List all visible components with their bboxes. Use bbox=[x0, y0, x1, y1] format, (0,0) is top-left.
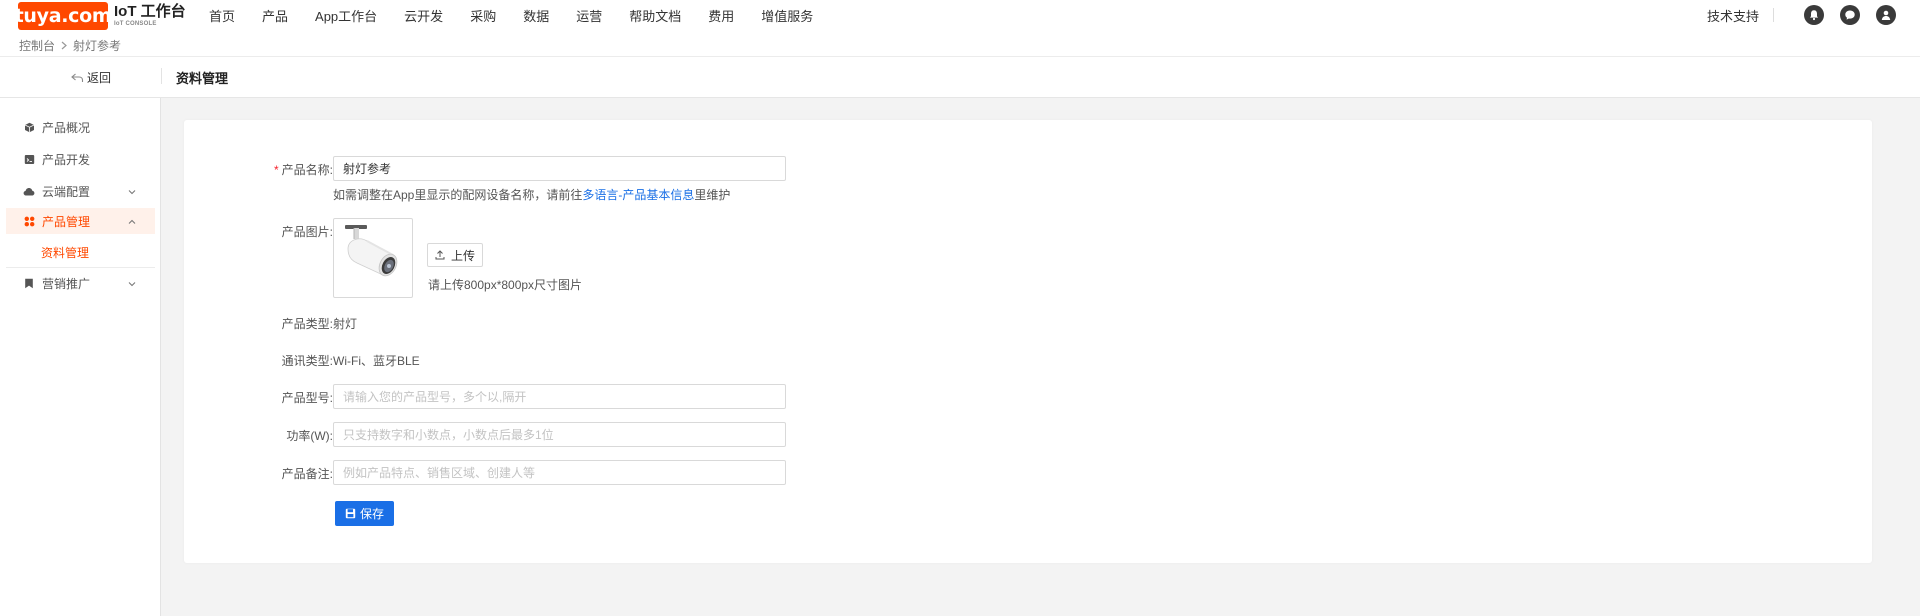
chevron-down-icon bbox=[128, 185, 136, 199]
breadcrumb-current: 射灯参考 bbox=[73, 39, 122, 53]
sidebar-subitem-profile-management[interactable]: 资料管理 bbox=[41, 244, 89, 261]
power-input[interactable] bbox=[333, 422, 786, 447]
product-image-label: 产品图片: bbox=[281, 225, 333, 239]
top-header: tuya.com IoT 工作台 IoT CONSOLE 首页 产品 App工作… bbox=[0, 0, 1920, 57]
product-image-thumbnail[interactable] bbox=[333, 218, 413, 298]
save-label: 保存 bbox=[360, 507, 385, 521]
upload-label: 上传 bbox=[451, 248, 476, 263]
sidebar-item-label: 产品开发 bbox=[42, 152, 91, 167]
page-title: 资料管理 bbox=[176, 71, 229, 86]
multilang-link[interactable]: 多语言-产品基本信息 bbox=[582, 188, 694, 202]
develop-icon bbox=[23, 153, 35, 165]
sidebar-item-product-overview[interactable]: 产品概况 bbox=[6, 114, 155, 140]
nav-fees[interactable]: 费用 bbox=[708, 6, 734, 25]
nav-help-docs[interactable]: 帮助文档 bbox=[629, 6, 681, 25]
sidebar-item-label: 云端配置 bbox=[42, 184, 91, 199]
product-type-value: 射灯 bbox=[333, 317, 358, 331]
cloud-icon bbox=[23, 185, 35, 197]
back-label: 返回 bbox=[87, 71, 112, 85]
nav-value-added[interactable]: 增值服务 bbox=[761, 6, 813, 25]
message-icon[interactable] bbox=[1840, 5, 1860, 25]
box-icon bbox=[23, 121, 35, 133]
tuya-logo[interactable]: tuya.com bbox=[15, 2, 112, 30]
nav-data[interactable]: 数据 bbox=[523, 6, 549, 25]
breadcrumb: 控制台 射灯参考 bbox=[19, 37, 121, 54]
profile-form-card: *产品名称: 如需调整在App里显示的配网设备名称，请前往多语言-产品基本信息里… bbox=[184, 120, 1872, 563]
product-name-help: 如需调整在App里显示的配网设备名称，请前往多语言-产品基本信息里维护 bbox=[333, 186, 730, 203]
upload-button[interactable]: 上传 bbox=[427, 243, 484, 267]
product-model-label: 产品型号: bbox=[281, 391, 333, 405]
top-nav: 首页 产品 App工作台 云开发 采购 数据 运营 帮助文档 费用 增值服务 bbox=[209, 6, 840, 25]
chevron-down-icon bbox=[128, 277, 136, 291]
product-remark-input[interactable] bbox=[333, 460, 786, 485]
upload-hint: 请上传800px*800px尺寸图片 bbox=[428, 278, 583, 292]
bell-icon[interactable] bbox=[1804, 5, 1824, 25]
comm-type-label: 通讯类型: bbox=[281, 354, 333, 368]
nav-home[interactable]: 首页 bbox=[209, 6, 235, 25]
tech-support-link[interactable]: 技术支持 bbox=[1707, 6, 1759, 25]
brand-subtitle: IoT CONSOLE bbox=[114, 21, 157, 27]
help-prefix: 如需调整在App里显示的配网设备名称，请前往 bbox=[333, 188, 583, 202]
product-name-label-text: 产品名称: bbox=[281, 163, 333, 177]
upload-icon bbox=[435, 250, 445, 260]
nav-purchase[interactable]: 采购 bbox=[470, 6, 496, 25]
help-suffix: 里维护 bbox=[694, 188, 731, 202]
nav-operations[interactable]: 运营 bbox=[576, 6, 602, 25]
brand-title: IoT 工作台 bbox=[114, 3, 186, 20]
sidebar-item-cloud-config[interactable]: 云端配置 bbox=[6, 178, 155, 204]
spotlight-image bbox=[345, 225, 398, 277]
sidebar-item-label: 营销推广 bbox=[42, 276, 91, 291]
sidebar-divider bbox=[6, 267, 155, 268]
user-icon[interactable] bbox=[1876, 5, 1896, 25]
subheader-divider bbox=[161, 68, 162, 84]
sidebar-item-label: 产品概况 bbox=[42, 120, 91, 135]
nav-product[interactable]: 产品 bbox=[262, 6, 288, 25]
sidebar-item-label: 产品管理 bbox=[42, 214, 91, 229]
power-label: 功率(W): bbox=[286, 429, 333, 443]
product-type-label: 产品类型: bbox=[281, 317, 333, 331]
bookmark-icon bbox=[23, 277, 35, 289]
product-model-input[interactable] bbox=[333, 384, 786, 409]
sidebar-item-marketing[interactable]: 营销推广 bbox=[6, 270, 155, 296]
save-icon bbox=[345, 508, 356, 519]
product-name-label: * 产品名称: bbox=[243, 161, 333, 178]
brand: IoT 工作台 IoT CONSOLE bbox=[114, 4, 186, 28]
back-button[interactable]: 返回 bbox=[71, 69, 111, 86]
header-actions: 技术支持 bbox=[1707, 5, 1896, 25]
breadcrumb-console[interactable]: 控制台 bbox=[19, 37, 55, 54]
product-remark-label: 产品备注: bbox=[281, 467, 333, 481]
sidebar-item-product-management[interactable]: 产品管理 bbox=[6, 208, 155, 234]
required-mark: * bbox=[273, 163, 279, 177]
comm-type-value: Wi-Fi、蓝牙BLE bbox=[333, 354, 420, 368]
sidebar-item-product-dev[interactable]: 产品开发 bbox=[6, 146, 155, 172]
header-divider bbox=[1773, 8, 1774, 22]
nav-cloud-dev[interactable]: 云开发 bbox=[404, 6, 443, 25]
product-name-input[interactable] bbox=[333, 156, 786, 181]
sub-header: 返回 资料管理 bbox=[0, 57, 1920, 98]
sidebar: 产品概况 产品开发 云端配置 产品管理 资料管理 营销推广 bbox=[0, 98, 161, 616]
breadcrumb-separator-icon bbox=[61, 39, 67, 53]
chevron-up-icon bbox=[128, 215, 136, 229]
save-button[interactable]: 保存 bbox=[335, 501, 395, 526]
grid-icon bbox=[23, 215, 35, 227]
back-arrow-icon bbox=[71, 73, 84, 82]
nav-app-workbench[interactable]: App工作台 bbox=[315, 6, 377, 25]
